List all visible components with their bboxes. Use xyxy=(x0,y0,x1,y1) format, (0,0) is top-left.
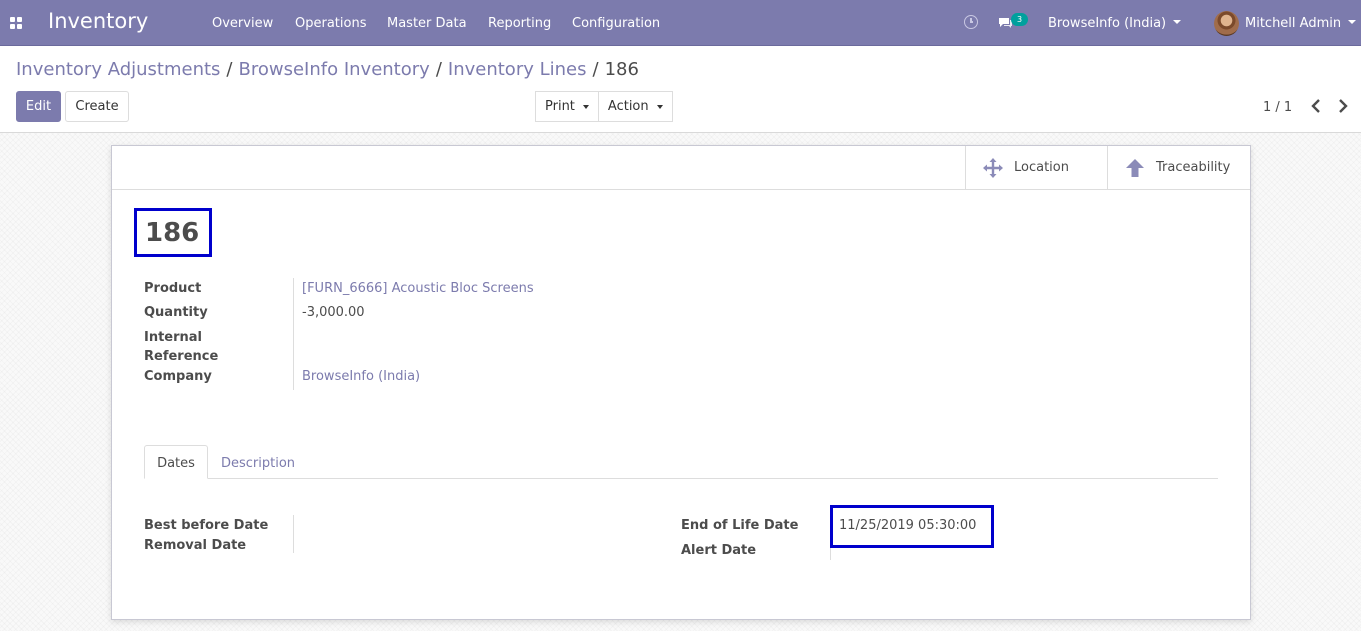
breadcrumb-browseinfo-inventory[interactable]: BrowseInfo Inventory xyxy=(239,59,430,80)
location-smart-button[interactable]: Location xyxy=(965,146,1107,189)
apps-menu-icon[interactable] xyxy=(10,17,22,29)
traceability-label: Traceability xyxy=(1156,160,1231,175)
field-separator xyxy=(293,515,294,553)
caret-down-icon xyxy=(656,104,663,109)
top-navbar: Inventory Overview Operations Master Dat… xyxy=(0,0,1361,46)
alert-date-label: Alert Date xyxy=(681,543,757,558)
action-dropdown-button[interactable]: Action xyxy=(598,91,673,122)
company-value-link[interactable]: BrowseInfo (India) xyxy=(302,369,420,384)
print-label: Print xyxy=(545,99,575,114)
tabs-divider xyxy=(144,478,1218,479)
menu-master-data[interactable]: Master Data xyxy=(387,16,467,31)
quantity-label: Quantity xyxy=(144,305,208,320)
tab-description[interactable]: Description xyxy=(221,456,295,471)
company-switcher[interactable]: BrowseInfo (India) xyxy=(1048,16,1182,31)
menu-overview[interactable]: Overview xyxy=(212,16,273,31)
chat-badge: 3 xyxy=(1011,13,1028,26)
user-menu[interactable]: Mitchell Admin xyxy=(1245,16,1357,31)
internal-reference-label: Internal xyxy=(144,330,203,345)
end-of-life-date-value: 11/25/2019 05:30:00 xyxy=(839,518,977,533)
breadcrumb: Inventory Adjustments / BrowseInfo Invento… xyxy=(16,59,639,80)
activity-clock-icon[interactable] xyxy=(964,15,978,29)
field-separator xyxy=(293,278,294,390)
edit-button[interactable]: Edit xyxy=(16,91,61,122)
sidebar-button-group: Print Action xyxy=(535,91,673,122)
user-avatar[interactable] xyxy=(1214,11,1239,36)
end-of-life-date-label: End of Life Date xyxy=(681,518,799,533)
product-label: Product xyxy=(144,281,202,296)
arrow-up-icon xyxy=(1126,158,1144,177)
best-before-date-label: Best before Date xyxy=(144,518,269,533)
traceability-smart-button[interactable]: Traceability xyxy=(1107,146,1250,189)
arrows-move-icon xyxy=(983,157,1003,178)
record-title: 186 xyxy=(145,218,200,248)
menu-reporting[interactable]: Reporting xyxy=(488,16,551,31)
caret-down-icon xyxy=(582,104,589,109)
company-label: Company xyxy=(144,369,212,384)
caret-down-icon xyxy=(1348,20,1357,24)
quantity-value: -3,000.00 xyxy=(302,305,365,320)
pager-value[interactable]: 1 / 1 xyxy=(1263,100,1292,115)
chevron-left-icon[interactable] xyxy=(1309,98,1323,114)
tab-dates[interactable]: Dates xyxy=(144,445,208,479)
breadcrumb-separator: / xyxy=(226,59,233,80)
action-label: Action xyxy=(607,99,649,114)
control-panel: Inventory Adjustments / BrowseInfo Invento… xyxy=(0,46,1361,133)
menu-configuration[interactable]: Configuration xyxy=(572,16,660,31)
record-title-highlight: 186 xyxy=(134,208,212,257)
breadcrumb-current: 186 xyxy=(604,59,639,80)
breadcrumb-separator: / xyxy=(592,59,599,80)
app-title[interactable]: Inventory xyxy=(48,9,148,33)
breadcrumb-inventory-lines[interactable]: Inventory Lines xyxy=(448,59,587,80)
chevron-right-icon[interactable] xyxy=(1336,98,1350,114)
internal-reference-label-line2: Reference xyxy=(144,349,219,364)
user-name-label: Mitchell Admin xyxy=(1245,16,1342,31)
company-switcher-label: BrowseInfo (India) xyxy=(1048,16,1167,31)
removal-date-label: Removal Date xyxy=(144,538,247,553)
product-value-link[interactable]: [FURN_6666] Acoustic Bloc Screens xyxy=(302,281,534,296)
create-button[interactable]: Create xyxy=(65,91,129,122)
caret-down-icon xyxy=(1173,20,1182,24)
smart-button-box: Location Traceability xyxy=(112,146,1250,190)
breadcrumb-inventory-adjustments[interactable]: Inventory Adjustments xyxy=(16,59,220,80)
location-label: Location xyxy=(1014,160,1069,175)
print-dropdown-button[interactable]: Print xyxy=(535,91,599,122)
menu-operations[interactable]: Operations xyxy=(295,16,366,31)
breadcrumb-separator: / xyxy=(435,59,442,80)
